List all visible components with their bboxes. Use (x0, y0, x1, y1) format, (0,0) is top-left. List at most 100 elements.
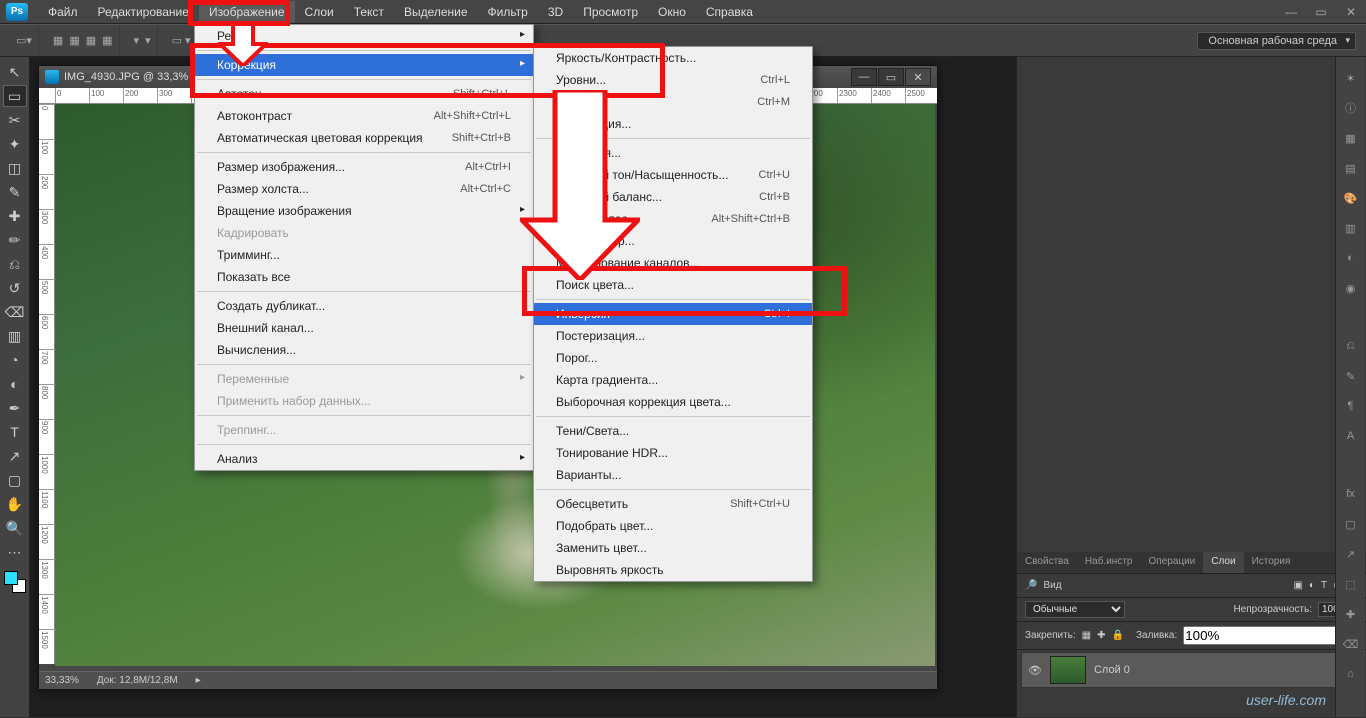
brush-tool-icon[interactable]: ✏ (3, 229, 27, 251)
panel-icon[interactable]: fx (1340, 483, 1362, 505)
panel-tab[interactable]: История (1244, 552, 1299, 573)
doc-close-icon[interactable]: ✕ (905, 68, 931, 86)
menu-окно[interactable]: Окно (648, 1, 696, 23)
menu-item[interactable]: Тонирование HDR... (534, 442, 812, 464)
menu-item[interactable]: Фотофильтр... (534, 230, 812, 252)
window-minimize-icon[interactable]: — (1276, 0, 1306, 24)
menu-item[interactable]: Поиск цвета... (534, 274, 812, 296)
pen-tool-icon[interactable]: ✒ (3, 397, 27, 419)
menu-item[interactable]: Тримминг... (195, 244, 533, 266)
panel-icon[interactable]: ◐ (1340, 247, 1362, 269)
doc-minimize-icon[interactable]: — (851, 68, 877, 86)
panel-tab[interactable]: Операции (1140, 552, 1203, 573)
antialias-dropdown[interactable]: ▾ (145, 34, 151, 47)
menu-item[interactable]: Уровни...Ctrl+L (534, 69, 812, 91)
marquee-tool-icon[interactable]: ▭ (3, 85, 27, 107)
filter-type-icon[interactable]: T (1321, 580, 1327, 591)
blur-tool-icon[interactable]: ◔ (3, 349, 27, 371)
layer-filter-icon[interactable]: 🔎 (1025, 580, 1037, 591)
menu-item[interactable]: Экспозиция... (534, 113, 812, 135)
eraser-tool-icon[interactable]: ⌫ (3, 301, 27, 323)
menu-item[interactable]: Создать дубликат... (195, 295, 533, 317)
menu-item[interactable]: Выровнять яркость (534, 559, 812, 581)
clone-stamp-tool-icon[interactable]: ⎌ (3, 253, 27, 275)
panel-icon[interactable]: ¶ (1340, 395, 1362, 417)
menu-item[interactable]: Показать все (195, 266, 533, 288)
history-brush-tool-icon[interactable]: ↺ (3, 277, 27, 299)
menu-item[interactable]: Постеризация... (534, 325, 812, 347)
filter-img-icon[interactable]: ▣ (1293, 580, 1302, 591)
menu-item[interactable]: Цветовой тон/Насыщенность...Ctrl+U (534, 164, 812, 186)
selection-new-icon[interactable]: ▦ (53, 34, 63, 47)
panel-icon[interactable]: ▥ (1340, 217, 1362, 239)
menu-item[interactable]: Вибрация... (534, 142, 812, 164)
panel-icon[interactable]: ⓘ (1340, 97, 1362, 119)
marquee-tool-icon[interactable]: ▭▾ (16, 34, 32, 47)
panel-icon[interactable]: A (1340, 425, 1362, 447)
layer-row[interactable]: 👁 Слой 0 (1021, 652, 1362, 688)
layer-filter-label[interactable]: Вид (1043, 580, 1061, 591)
menu-item[interactable]: Вращение изображения (195, 200, 533, 222)
panel-icon[interactable]: ▦ (1340, 127, 1362, 149)
menu-item[interactable]: Подобрать цвет... (534, 515, 812, 537)
menu-справка[interactable]: Справка (696, 1, 763, 23)
menu-item[interactable]: Анализ (195, 448, 533, 470)
menu-item[interactable]: Кривые...Ctrl+M (534, 91, 812, 113)
layer-visibility-icon[interactable]: 👁 (1028, 664, 1042, 677)
panel-icon[interactable]: ✚ (1340, 603, 1362, 625)
menu-текст[interactable]: Текст (344, 1, 394, 23)
menu-выделение[interactable]: Выделение (394, 1, 478, 23)
statusbar-arrow-icon[interactable]: ▸ (196, 675, 201, 686)
menu-item[interactable]: Цветовой баланс...Ctrl+B (534, 186, 812, 208)
panel-icon[interactable]: ✎ (1340, 365, 1362, 387)
menu-слои[interactable]: Слои (295, 1, 344, 23)
selection-add-icon[interactable]: ▦ (69, 34, 79, 47)
panel-icon[interactable]: ⎌ (1340, 335, 1362, 357)
panel-tab[interactable]: Свойства (1017, 552, 1077, 573)
panel-tab[interactable]: Наб.инстр (1077, 552, 1141, 573)
menu-item[interactable]: Коррекция (195, 54, 533, 76)
lock-position-icon[interactable]: ✚ (1097, 630, 1105, 641)
zoom-tool-icon[interactable]: 🔍 (3, 517, 27, 539)
menu-item[interactable]: Варианты... (534, 464, 812, 486)
menu-item[interactable]: Размер холста...Alt+Ctrl+C (195, 178, 533, 200)
menu-item[interactable]: Тени/Света... (534, 420, 812, 442)
panel-tab[interactable]: Слои (1203, 552, 1243, 573)
menu-item[interactable]: Порог... (534, 347, 812, 369)
eyedropper-tool-icon[interactable]: ✎ (3, 181, 27, 203)
ruler-vertical[interactable]: 0100200300400500600700800900100011001200… (39, 104, 55, 664)
workspace-switcher[interactable]: Основная рабочая среда (1197, 32, 1356, 50)
color-swatch[interactable] (4, 571, 26, 593)
panel-icon[interactable]: ↗ (1340, 543, 1362, 565)
panel-icon[interactable]: ⌂ (1340, 663, 1362, 685)
menu-редактирование[interactable]: Редактирование (88, 1, 199, 23)
zoom-readout[interactable]: 33,33% (45, 675, 79, 686)
menu-item[interactable]: Яркость/Контрастность... (534, 47, 812, 69)
menu-item[interactable]: Автоматическая цветовая коррекцияShift+C… (195, 127, 533, 149)
panel-icon[interactable]: 🎨 (1340, 187, 1362, 209)
window-close-icon[interactable]: ✕ (1336, 0, 1366, 24)
menu-изображение[interactable]: Изображение (199, 1, 295, 23)
menu-item[interactable]: Внешний канал... (195, 317, 533, 339)
menu-item[interactable]: Выборочная коррекция цвета... (534, 391, 812, 413)
lock-all-icon[interactable]: 🔒 (1112, 630, 1124, 641)
hand-tool-icon[interactable]: ✋ (3, 493, 27, 515)
dodge-tool-icon[interactable]: ◐ (3, 373, 27, 395)
menu-item[interactable]: ИнверсияCtrl+I (534, 303, 812, 325)
selection-intersect-icon[interactable]: ▦ (102, 34, 112, 47)
edit-toolbar-icon[interactable]: ⋯ (3, 541, 27, 563)
panel-icon[interactable]: ⌫ (1340, 633, 1362, 655)
panel-icon[interactable]: ⬚ (1340, 573, 1362, 595)
lock-pixels-icon[interactable]: ▦ (1082, 630, 1091, 641)
menu-item[interactable]: Карта градиента... (534, 369, 812, 391)
menu-item[interactable]: Режим (195, 25, 533, 47)
crop-tool-icon[interactable]: ◫ (3, 157, 27, 179)
healing-brush-tool-icon[interactable]: ✚ (3, 205, 27, 227)
menu-item[interactable]: Заменить цвет... (534, 537, 812, 559)
layer-thumbnail[interactable] (1050, 656, 1086, 684)
rectangle-tool-icon[interactable]: ▢ (3, 469, 27, 491)
move-tool-icon[interactable]: ↖ (3, 61, 27, 83)
panel-icon[interactable]: ▢ (1340, 513, 1362, 535)
menu-item[interactable]: Размер изображения...Alt+Ctrl+I (195, 156, 533, 178)
menu-item[interactable]: АвтоконтрастAlt+Shift+Ctrl+L (195, 105, 533, 127)
